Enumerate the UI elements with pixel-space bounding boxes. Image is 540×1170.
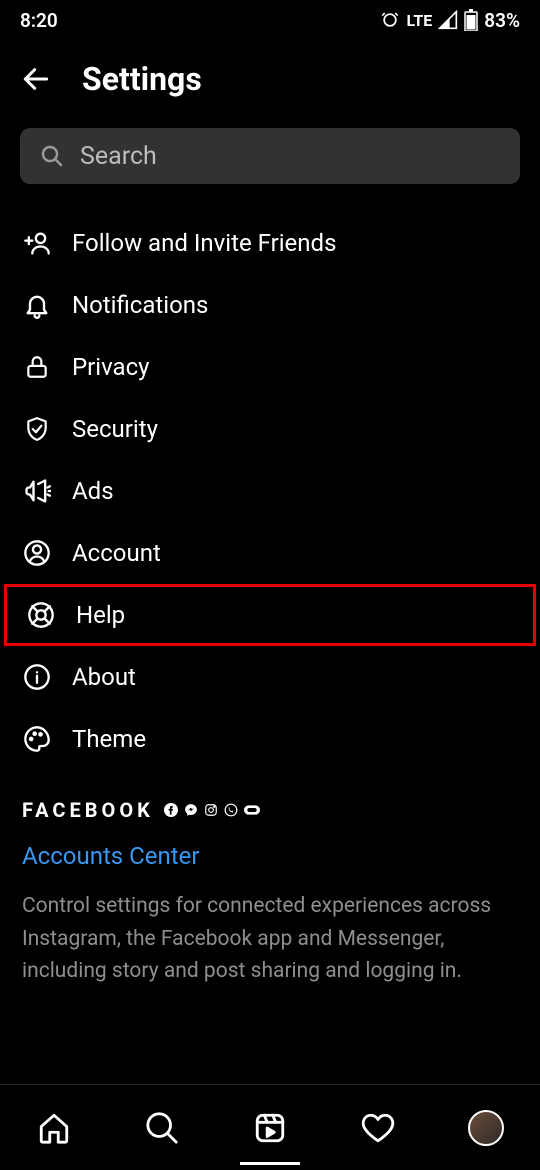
status-bar: 8:20 LTE 83% xyxy=(0,0,540,40)
settings-menu: Follow and Invite Friends Notifications … xyxy=(0,204,540,770)
menu-item-ads[interactable]: Ads xyxy=(0,460,540,522)
menu-item-privacy[interactable]: Privacy xyxy=(0,336,540,398)
alarm-icon xyxy=(380,10,400,30)
whatsapp-icon xyxy=(224,803,238,817)
search-placeholder: Search xyxy=(80,142,157,171)
heart-icon xyxy=(361,1111,395,1145)
menu-label: Follow and Invite Friends xyxy=(72,229,336,257)
nav-search[interactable] xyxy=(142,1111,182,1145)
battery-percent: 83% xyxy=(484,9,520,32)
facebook-section: FACEBOOK xyxy=(0,770,540,830)
back-arrow-icon[interactable] xyxy=(20,63,52,95)
battery-icon xyxy=(464,9,478,31)
menu-label: About xyxy=(72,663,136,691)
menu-label: Help xyxy=(76,601,125,629)
shield-icon xyxy=(22,416,52,442)
nav-profile[interactable] xyxy=(466,1110,506,1146)
facebook-brand-label: FACEBOOK xyxy=(22,798,154,822)
instagram-icon xyxy=(204,803,218,817)
oculus-icon xyxy=(244,805,260,815)
search-icon xyxy=(40,144,64,168)
nav-home[interactable] xyxy=(34,1111,74,1145)
home-icon xyxy=(37,1111,71,1145)
signal-icon xyxy=(438,10,458,30)
active-indicator xyxy=(240,1162,300,1165)
bell-icon xyxy=(22,291,52,319)
header: Settings xyxy=(0,40,540,128)
menu-label: Ads xyxy=(72,477,114,505)
status-time: 8:20 xyxy=(20,9,58,32)
palette-icon xyxy=(22,725,52,753)
menu-label: Security xyxy=(72,415,158,443)
menu-item-notifications[interactable]: Notifications xyxy=(0,274,540,336)
megaphone-icon xyxy=(22,477,52,505)
brand-icons xyxy=(164,803,260,817)
nav-activity[interactable] xyxy=(358,1111,398,1145)
nav-reels[interactable] xyxy=(250,1111,290,1145)
network-label: LTE xyxy=(406,11,432,30)
menu-item-account[interactable]: Account xyxy=(0,522,540,584)
profile-avatar xyxy=(468,1110,504,1146)
lock-icon xyxy=(22,354,52,380)
menu-item-theme[interactable]: Theme xyxy=(0,708,540,770)
menu-label: Privacy xyxy=(72,353,150,381)
menu-label: Theme xyxy=(72,725,146,753)
menu-label: Notifications xyxy=(72,291,208,319)
lifebuoy-icon xyxy=(26,601,56,629)
search-icon xyxy=(145,1111,179,1145)
bottom-nav xyxy=(0,1084,540,1170)
add-person-icon xyxy=(22,229,52,257)
menu-item-about[interactable]: About xyxy=(0,646,540,708)
reels-icon xyxy=(253,1111,287,1145)
account-icon xyxy=(22,539,52,567)
info-icon xyxy=(22,663,52,691)
search-input[interactable]: Search xyxy=(20,128,520,184)
page-title: Settings xyxy=(82,60,202,98)
menu-item-help[interactable]: Help xyxy=(4,584,536,646)
messenger-icon xyxy=(184,803,198,817)
accounts-center-description: Control settings for connected experienc… xyxy=(0,882,540,988)
facebook-icon xyxy=(164,803,178,817)
accounts-center-link[interactable]: Accounts Center xyxy=(0,830,540,882)
status-right: LTE 83% xyxy=(380,9,520,32)
menu-label: Account xyxy=(72,539,161,567)
menu-item-security[interactable]: Security xyxy=(0,398,540,460)
menu-item-follow-invite[interactable]: Follow and Invite Friends xyxy=(0,212,540,274)
